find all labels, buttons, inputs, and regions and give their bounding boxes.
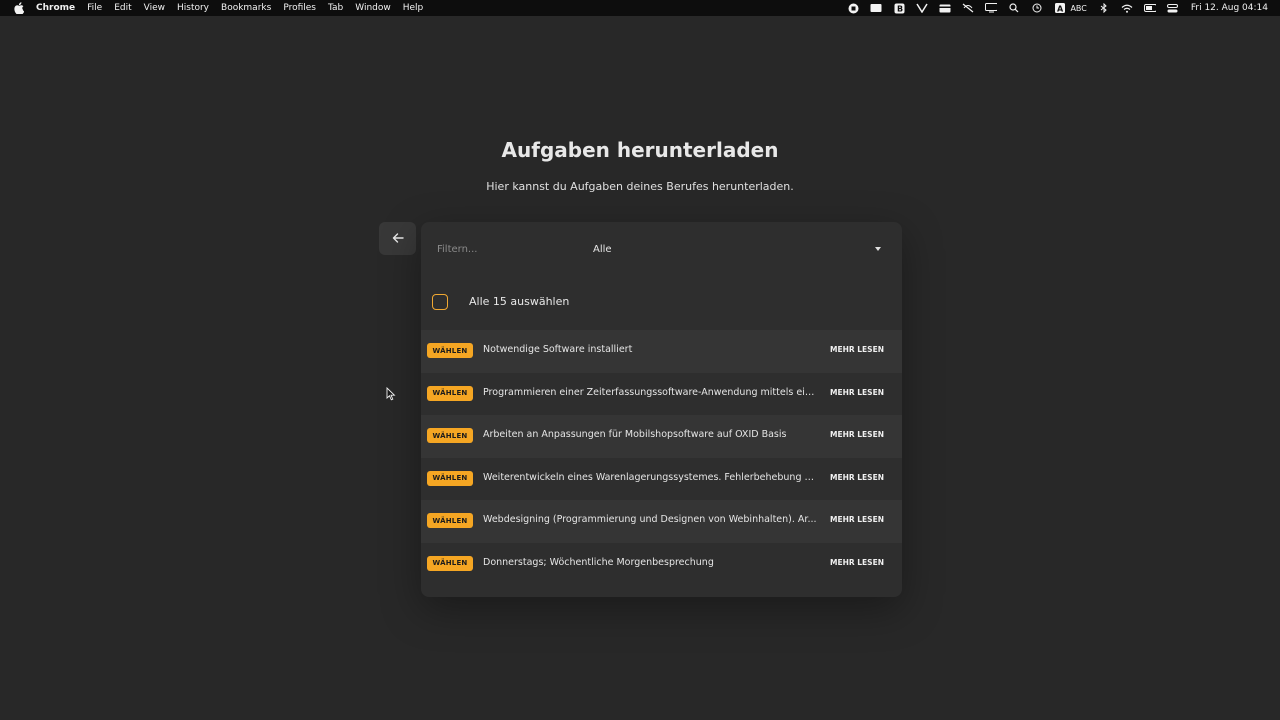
choose-task-button[interactable]: WÄHLEN <box>427 343 473 358</box>
choose-task-button[interactable]: WÄHLEN <box>427 513 473 529</box>
task-title: Arbeiten an Anpassungen für Mobilshopsof… <box>483 429 787 441</box>
filter-input[interactable] <box>437 239 587 259</box>
apple-icon[interactable] <box>12 1 26 15</box>
menu-bar: Chrome File Edit View History Bookmarks … <box>0 0 1280 16</box>
task-row: WÄHLEN Weiterentwickeln eines Warenlager… <box>421 458 902 501</box>
read-more-link[interactable]: MEHR LESEN <box>830 430 884 439</box>
display-icon[interactable] <box>985 3 998 13</box>
select-all-label: Alle 15 auswählen <box>469 295 570 308</box>
task-title: Programmieren einer Zeiterfassungssoftwa… <box>483 386 817 398</box>
caret-down-icon <box>875 247 881 251</box>
search-icon[interactable] <box>1008 3 1020 13</box>
task-row: WÄHLEN Programmieren einer Zeiterfassung… <box>421 373 902 416</box>
input-source-icon[interactable]: A <box>1054 3 1066 13</box>
menu-help[interactable]: Help <box>403 0 424 16</box>
record-icon[interactable] <box>847 3 859 13</box>
battery-icon[interactable] <box>1143 3 1156 13</box>
task-title: Notwendige Software installiert <box>483 344 633 355</box>
input-source-label: ABC <box>1070 3 1087 13</box>
messages-icon[interactable] <box>870 3 882 13</box>
task-row: WÄHLEN Webdesigning (Programmierung und … <box>421 500 902 543</box>
svg-text:B: B <box>897 4 903 13</box>
card-icon[interactable] <box>939 3 951 13</box>
menu-window[interactable]: Window <box>355 0 391 16</box>
task-row: WÄHLEN Notwendige Software installiert M… <box>421 330 902 373</box>
task-panel: Alle Alle 15 auswählen WÄHLEN Notwendige… <box>421 222 902 597</box>
read-more-link[interactable]: MEHR LESEN <box>830 558 884 567</box>
wifi-icon[interactable] <box>1121 3 1133 13</box>
read-more-link[interactable]: MEHR LESEN <box>830 345 884 354</box>
menu-tab[interactable]: Tab <box>328 0 343 16</box>
page-title: Aufgaben herunterladen <box>501 138 779 162</box>
choose-task-button[interactable]: WÄHLEN <box>427 385 473 401</box>
task-title: Donnerstags; Wöchentliche Morgenbesprech… <box>483 556 714 568</box>
arrow-left-icon <box>392 229 404 248</box>
category-select-value: Alle <box>593 243 612 255</box>
read-more-link[interactable]: MEHR LESEN <box>830 473 884 482</box>
filter-row: Alle <box>421 222 902 278</box>
choose-task-button[interactable]: WÄHLEN <box>427 555 473 571</box>
menu-app-chrome[interactable]: Chrome <box>36 0 75 16</box>
menu-clock[interactable]: Fri 12. Aug 04:14 <box>1191 3 1268 13</box>
task-list: WÄHLEN Notwendige Software installiert M… <box>421 330 902 586</box>
bluetooth-icon[interactable] <box>1098 3 1110 13</box>
read-more-link[interactable]: MEHR LESEN <box>830 515 884 524</box>
menu-bookmarks[interactable]: Bookmarks <box>221 0 271 16</box>
task-row: WÄHLEN Arbeiten an Anpassungen für Mobil… <box>421 415 902 458</box>
task-title: Webdesigning (Programmierung und Designe… <box>483 514 817 526</box>
menu-file[interactable]: File <box>87 0 102 16</box>
read-more-link[interactable]: MEHR LESEN <box>830 388 884 397</box>
choose-task-button[interactable]: WÄHLEN <box>427 470 473 486</box>
mouse-pointer-icon <box>386 386 396 401</box>
page-subtitle: Hier kannst du Aufgaben deines Berufes h… <box>486 180 794 193</box>
time-machine-icon[interactable] <box>1031 3 1043 13</box>
select-all-row: Alle 15 auswählen <box>421 284 902 324</box>
select-all-checkbox[interactable] <box>432 294 448 310</box>
svg-text:A: A <box>1057 5 1064 14</box>
status-tray: B A ABC Fri 12. Aug 04:14 <box>836 0 1268 16</box>
menu-history[interactable]: History <box>177 0 209 16</box>
menu-view[interactable]: View <box>144 0 165 16</box>
task-row: WÄHLEN Donnerstags; Wöchentliche Morgenb… <box>421 543 902 586</box>
back-button[interactable] <box>379 222 416 255</box>
mute-icon[interactable] <box>962 3 974 13</box>
menu-edit[interactable]: Edit <box>114 0 131 16</box>
category-select[interactable]: Alle <box>587 239 887 259</box>
menu-profiles[interactable]: Profiles <box>283 0 316 16</box>
choose-task-button[interactable]: WÄHLEN <box>427 428 473 444</box>
control-center-icon[interactable] <box>1167 3 1179 13</box>
app-b-icon[interactable]: B <box>893 3 905 13</box>
app-v-icon[interactable] <box>916 3 929 13</box>
task-title: Weiterentwickeln eines Warenlagerungssys… <box>483 471 817 483</box>
